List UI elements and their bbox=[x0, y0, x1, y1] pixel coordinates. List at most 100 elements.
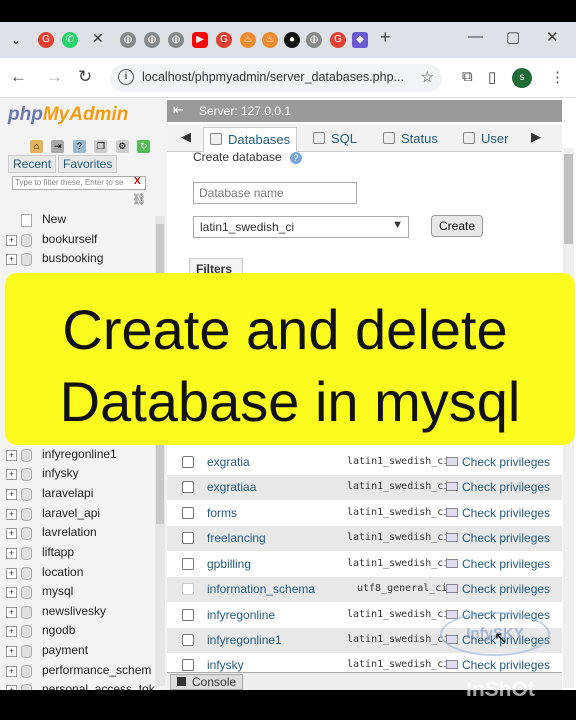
tab-user[interactable]: User bbox=[457, 127, 514, 152]
bookmark-star-icon[interactable]: ☆ bbox=[421, 68, 434, 86]
database-link[interactable]: exgratia bbox=[207, 455, 250, 469]
tab-favicon[interactable]: ◍ bbox=[306, 32, 322, 48]
check-privileges-link[interactable]: Check privileges bbox=[446, 506, 550, 520]
site-info-icon[interactable]: i bbox=[118, 69, 134, 85]
favorites-tab[interactable]: Favorites bbox=[58, 155, 118, 173]
row-checkbox[interactable] bbox=[182, 659, 194, 671]
home-icon[interactable]: ⌂ bbox=[30, 140, 43, 153]
database-name-input[interactable]: Database name bbox=[193, 182, 357, 204]
back-icon[interactable]: ← bbox=[10, 67, 27, 87]
gear-icon[interactable]: ⚙ bbox=[115, 140, 129, 153]
expand-icon[interactable]: + bbox=[6, 235, 17, 246]
profile-avatar[interactable]: s bbox=[512, 68, 532, 88]
expand-icon[interactable]: + bbox=[6, 685, 17, 690]
clear-filter-icon[interactable]: X bbox=[134, 176, 141, 187]
tab-databases[interactable]: Databases bbox=[203, 127, 298, 152]
refresh-icon[interactable]: ↻ bbox=[137, 140, 151, 153]
check-privileges-link[interactable]: Check privileges bbox=[446, 582, 550, 596]
reload-icon[interactable]: ↻ bbox=[78, 67, 92, 87]
tabs-scroll-left-icon[interactable]: ◀ bbox=[181, 129, 191, 145]
tab-favicon[interactable]: G bbox=[38, 32, 54, 48]
minimize-icon[interactable]: — bbox=[468, 28, 483, 45]
forward-icon[interactable]: → bbox=[46, 67, 63, 87]
tab-favicon[interactable]: ◍ bbox=[120, 32, 136, 48]
row-checkbox[interactable] bbox=[182, 532, 194, 544]
database-link[interactable]: forms bbox=[207, 506, 237, 520]
row-checkbox[interactable] bbox=[182, 558, 194, 570]
expand-icon[interactable]: + bbox=[6, 587, 17, 598]
create-database-heading: Create database? bbox=[193, 150, 302, 164]
database-link[interactable]: exgratiaa bbox=[207, 480, 256, 494]
console-toggle[interactable]: Console bbox=[170, 674, 244, 690]
collation-cell: latin1_swedish_ci bbox=[347, 659, 450, 670]
tab-sql[interactable]: SQL bbox=[307, 127, 363, 152]
check-privileges-link[interactable]: Check privileges bbox=[446, 658, 550, 672]
check-privileges-link[interactable]: Check privileges bbox=[446, 480, 550, 494]
tab-favicon[interactable]: ✆ bbox=[62, 32, 78, 48]
scrollbar-thumb[interactable] bbox=[564, 154, 573, 244]
user-icon bbox=[463, 132, 475, 144]
tab-favicon[interactable]: ◍ bbox=[168, 32, 184, 48]
expand-icon[interactable]: + bbox=[6, 607, 17, 618]
tab-favicon[interactable]: ♨ bbox=[240, 32, 256, 48]
copy-icon[interactable]: ❐ bbox=[94, 140, 108, 153]
expand-icon[interactable]: + bbox=[6, 568, 17, 579]
close-tab-icon[interactable]: ✕ bbox=[92, 30, 104, 47]
database-link[interactable]: freelancing bbox=[207, 531, 266, 545]
chrome-tab-dropdown-icon[interactable]: ⌄ bbox=[8, 32, 24, 48]
expand-icon[interactable]: + bbox=[6, 509, 17, 520]
expand-icon[interactable]: + bbox=[6, 528, 17, 539]
expand-icon[interactable]: + bbox=[6, 626, 17, 637]
github-tab-icon[interactable]: ● bbox=[284, 32, 300, 48]
filter-databases-input[interactable]: Type to filter these, Enter to se bbox=[12, 176, 146, 190]
check-privileges-link[interactable]: Check privileges bbox=[446, 531, 550, 545]
database-link[interactable]: infyregonline1 bbox=[207, 633, 282, 647]
row-checkbox[interactable] bbox=[182, 634, 194, 646]
address-bar[interactable]: i localhost/phpmyadmin/server_databases.… bbox=[110, 64, 442, 92]
row-checkbox[interactable] bbox=[182, 456, 194, 468]
database-link[interactable]: infysky bbox=[207, 658, 244, 672]
phpmyadmin-logo[interactable]: phpMyAdmin bbox=[8, 104, 128, 126]
docs-icon[interactable]: ? bbox=[72, 140, 86, 153]
expand-icon[interactable]: + bbox=[6, 548, 17, 559]
tabs-scroll-right-icon[interactable]: ▶ bbox=[531, 129, 541, 145]
expand-icon[interactable]: + bbox=[6, 489, 17, 500]
new-tab-icon[interactable]: + bbox=[380, 27, 391, 48]
collation-select[interactable]: latin1_swedish_ci ▼ bbox=[193, 216, 409, 238]
row-checkbox[interactable] bbox=[182, 507, 194, 519]
database-link[interactable]: gpbilling bbox=[207, 557, 251, 571]
row-checkbox[interactable] bbox=[182, 481, 194, 493]
menu-icon[interactable]: ⋮ bbox=[550, 68, 565, 86]
logout-icon[interactable]: ⇥ bbox=[51, 140, 65, 153]
recent-tab[interactable]: Recent bbox=[8, 155, 57, 173]
check-privileges-link[interactable]: Check privileges bbox=[446, 455, 550, 469]
collapse-all-icon[interactable]: ⛓ bbox=[132, 193, 146, 206]
collapse-panel-icon[interactable]: ⇤ bbox=[173, 102, 184, 118]
server-label[interactable]: Server: 127.0.0.1 bbox=[199, 104, 291, 118]
tab-favicon[interactable]: ◆ bbox=[352, 32, 368, 48]
tab-favicon[interactable]: ◍ bbox=[144, 32, 160, 48]
expand-icon[interactable]: + bbox=[6, 646, 17, 657]
database-link[interactable]: information_schema bbox=[207, 582, 315, 596]
extensions-icon[interactable]: ⧉ bbox=[462, 68, 473, 85]
expand-icon[interactable]: + bbox=[6, 450, 17, 461]
tab-favicon[interactable]: G bbox=[216, 32, 232, 48]
row-checkbox[interactable] bbox=[182, 609, 194, 621]
expand-icon[interactable]: + bbox=[6, 666, 17, 677]
help-icon[interactable]: ? bbox=[289, 152, 302, 164]
database-link[interactable]: infyregonline bbox=[207, 608, 275, 622]
url-text[interactable]: localhost/phpmyadmin/server_databases.ph… bbox=[142, 70, 404, 84]
close-window-icon[interactable]: ✕ bbox=[546, 28, 559, 46]
youtube-tab-icon[interactable]: ▶ bbox=[192, 32, 208, 48]
tab-favicon[interactable]: G bbox=[330, 32, 346, 48]
maximize-icon[interactable]: ▢ bbox=[506, 28, 520, 46]
expand-icon[interactable]: + bbox=[6, 254, 17, 265]
tab-status[interactable]: Status bbox=[377, 127, 444, 152]
tab-favicon[interactable]: ♨ bbox=[262, 32, 278, 48]
expand-icon[interactable]: + bbox=[6, 469, 17, 480]
sidebar-icon[interactable]: ▯ bbox=[488, 68, 496, 86]
check-privileges-link[interactable]: Check privileges bbox=[446, 557, 550, 571]
database-icon bbox=[21, 567, 32, 580]
create-button[interactable]: Create bbox=[431, 215, 483, 237]
database-icon bbox=[21, 508, 32, 521]
